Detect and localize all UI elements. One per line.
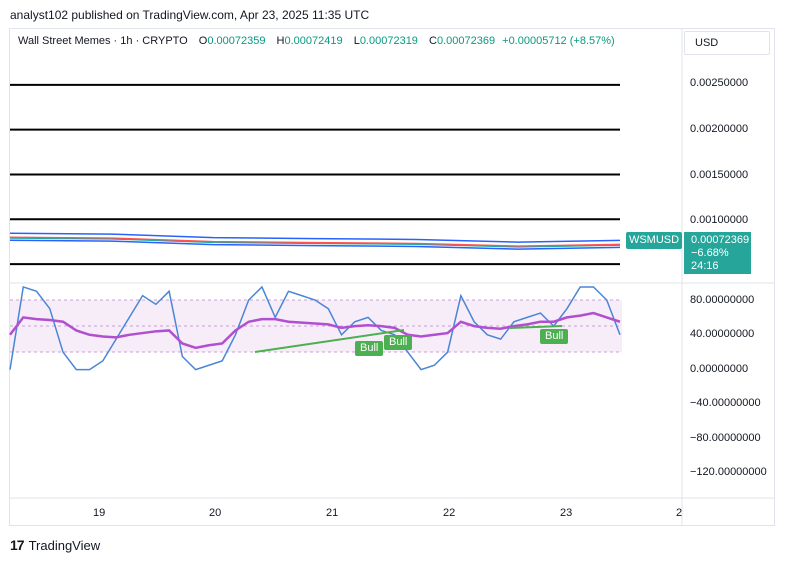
footer-brand: TradingView xyxy=(28,537,101,553)
price-series[interactable] xyxy=(9,232,621,250)
price-change-pct: −6.68% xyxy=(691,247,729,259)
bull-label-2: Bull xyxy=(384,335,413,350)
tradingview-logo-icon: 17 xyxy=(10,537,25,553)
price-tick-1: 0.00250000 xyxy=(690,77,748,89)
time-tick-20: 20 xyxy=(209,507,221,519)
price-level-lines[interactable] xyxy=(10,83,620,266)
osc-tick-1: 80.00000000 xyxy=(690,294,754,306)
osc-tick-4: −40.00000000 xyxy=(690,397,761,409)
price-tick-2: 0.00200000 xyxy=(690,123,748,135)
candle-countdown: 24:16 xyxy=(691,260,719,272)
last-price-box: 0.00072369 −6.68% 24:16 xyxy=(684,232,751,274)
time-tick-19: 19 xyxy=(93,507,105,519)
chart-canvas[interactable]: 0.00250000 0.00200000 0.00150000 0.00100… xyxy=(0,0,785,562)
ticker-tag: WSMUSD xyxy=(626,232,682,249)
time-tick-21: 21 xyxy=(326,507,338,519)
osc-tick-6: −120.00000000 xyxy=(690,466,767,478)
last-price: 0.00072369 xyxy=(691,234,750,246)
time-tick-23: 23 xyxy=(560,507,572,519)
osc-tick-3: 0.00000000 xyxy=(690,363,748,375)
bull-label-3: Bull xyxy=(540,329,569,344)
osc-tick-5: −80.00000000 xyxy=(690,432,761,444)
price-tick-4: 0.00100000 xyxy=(690,214,748,226)
bull-label-1: Bull xyxy=(355,341,384,356)
time-tick-24: 2 xyxy=(676,507,682,519)
osc-tick-2: 40.00000000 xyxy=(690,328,754,340)
price-tick-3: 0.00150000 xyxy=(690,169,748,181)
time-tick-22: 22 xyxy=(443,507,455,519)
tradingview-footer[interactable]: 17 TradingView xyxy=(10,537,100,553)
